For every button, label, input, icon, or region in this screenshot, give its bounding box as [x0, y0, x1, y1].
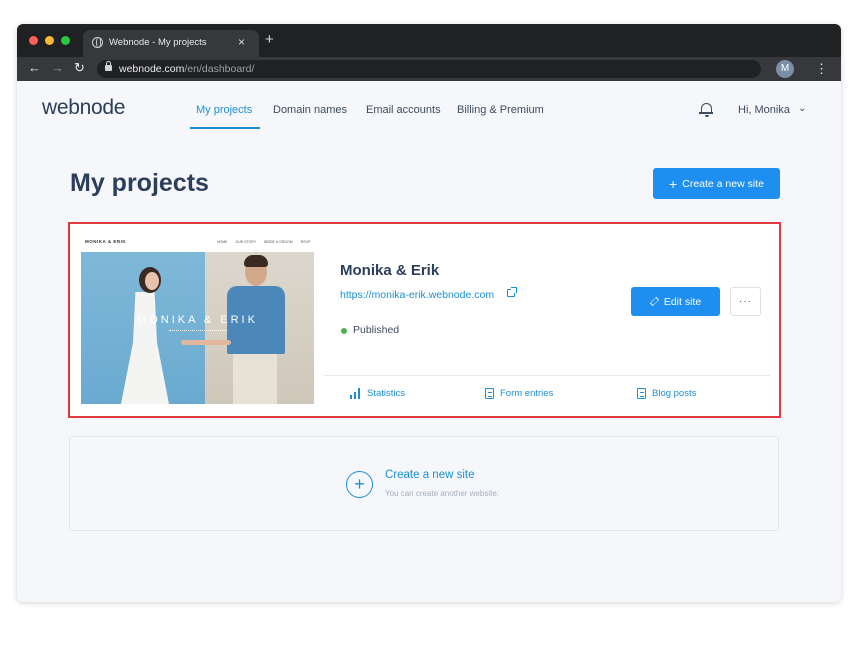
create-new-site-button[interactable]: + Create a new site: [653, 168, 780, 199]
project-url-link[interactable]: https://monika-erik.webnode.com: [340, 289, 494, 301]
chevron-down-icon[interactable]: ⌄: [798, 103, 806, 114]
nav-domain-names[interactable]: Domain names: [273, 104, 347, 116]
maximize-window-icon[interactable]: [61, 36, 70, 45]
form-entries-link[interactable]: Form entries: [485, 388, 553, 399]
project-card: MONIKA & ERIK HOME OUR STORY BRIDE & GRO…: [68, 222, 781, 418]
edit-site-button[interactable]: Edit site: [631, 287, 720, 316]
plus-icon: +: [669, 175, 678, 192]
groom-pants: [233, 352, 277, 404]
browser-menu-icon[interactable]: ⋮: [815, 61, 828, 77]
nav-email-accounts[interactable]: Email accounts: [366, 104, 441, 116]
blog-posts-label: Blog posts: [652, 388, 697, 399]
forward-arrow-icon[interactable]: →: [51, 60, 64, 76]
new-tab-button[interactable]: +: [265, 32, 274, 47]
user-greeting[interactable]: Hi, Monika: [738, 104, 790, 116]
browser-tab[interactable]: Webnode - My projects ×: [83, 30, 259, 57]
statistics-link[interactable]: Statistics: [350, 388, 405, 399]
card-divider: [324, 375, 770, 376]
thumbnail-menu-item: BRIDE & GROOM: [264, 240, 293, 244]
project-name: Monika & Erik: [340, 262, 440, 279]
bride-face: [145, 272, 159, 290]
lock-icon: [105, 61, 112, 71]
thumbnail-hero-photo: MONIKA & ERIK: [81, 252, 314, 404]
site-thumbnail[interactable]: MONIKA & ERIK HOME OUR STORY BRIDE & GRO…: [81, 234, 314, 404]
document-icon: [637, 388, 646, 399]
create-new-site-title[interactable]: Create a new site: [385, 469, 475, 481]
create-new-site-label: Create a new site: [682, 177, 764, 190]
thumbnail-menu-item: RSVP: [300, 240, 311, 244]
statistics-label: Statistics: [367, 388, 406, 399]
pencil-icon: [649, 296, 659, 307]
status-badge: Published: [353, 324, 400, 336]
tab-close-icon[interactable]: ×: [238, 35, 245, 49]
hero-title: MONIKA & ERIK: [137, 314, 258, 326]
thumbnail-menu-item: OUR STORY: [235, 240, 257, 244]
tab-title: Webnode - My projects: [109, 37, 207, 48]
page-title: My projects: [70, 169, 209, 197]
address-bar[interactable]: webnode.com/en/dashboard/: [97, 60, 761, 78]
status-dot-icon: [341, 328, 347, 334]
thumbnail-menu: HOME OUR STORY BRIDE & GROOM RSVP: [217, 240, 310, 244]
edit-site-label: Edit site: [663, 295, 702, 308]
holding-hands: [181, 340, 231, 345]
bell-icon[interactable]: [699, 103, 713, 117]
bar-chart-icon: [350, 388, 361, 399]
groom-hair: [244, 255, 268, 267]
globe-icon: [92, 37, 103, 48]
more-options-button[interactable]: ···: [730, 287, 761, 316]
back-arrow-icon[interactable]: ←: [28, 60, 41, 76]
active-nav-underline: [190, 127, 260, 129]
external-link-icon[interactable]: [507, 287, 517, 297]
nav-billing-premium[interactable]: Billing & Premium: [457, 104, 544, 116]
address-url: webnode.com/en/dashboard/: [119, 63, 255, 75]
nav-my-projects[interactable]: My projects: [196, 104, 252, 116]
minimize-window-icon[interactable]: [45, 36, 54, 45]
close-window-icon[interactable]: [29, 36, 38, 45]
create-new-site-subtitle: You can create another website.: [385, 489, 500, 498]
form-entries-label: Form entries: [500, 388, 554, 399]
hero-dotted-rule: [169, 330, 227, 331]
tab-bar: Webnode - My projects × +: [17, 24, 841, 57]
circle-plus-icon[interactable]: +: [346, 471, 373, 498]
document-icon: [485, 388, 494, 399]
profile-avatar[interactable]: M: [776, 60, 794, 78]
create-new-site-box[interactable]: + Create a new site You can create anoth…: [69, 436, 779, 531]
blog-posts-link[interactable]: Blog posts: [637, 388, 696, 399]
reload-icon[interactable]: ↻: [74, 60, 85, 76]
webnode-logo[interactable]: webnode: [42, 96, 125, 120]
browser-toolbar: ← → ↻ webnode.com/en/dashboard/ M ⋮: [17, 57, 841, 81]
browser-window: Webnode - My projects × + ← → ↻ webnode.…: [17, 24, 841, 602]
thumbnail-brand: MONIKA & ERIK: [85, 239, 127, 244]
thumbnail-menu-item: HOME: [217, 240, 228, 244]
